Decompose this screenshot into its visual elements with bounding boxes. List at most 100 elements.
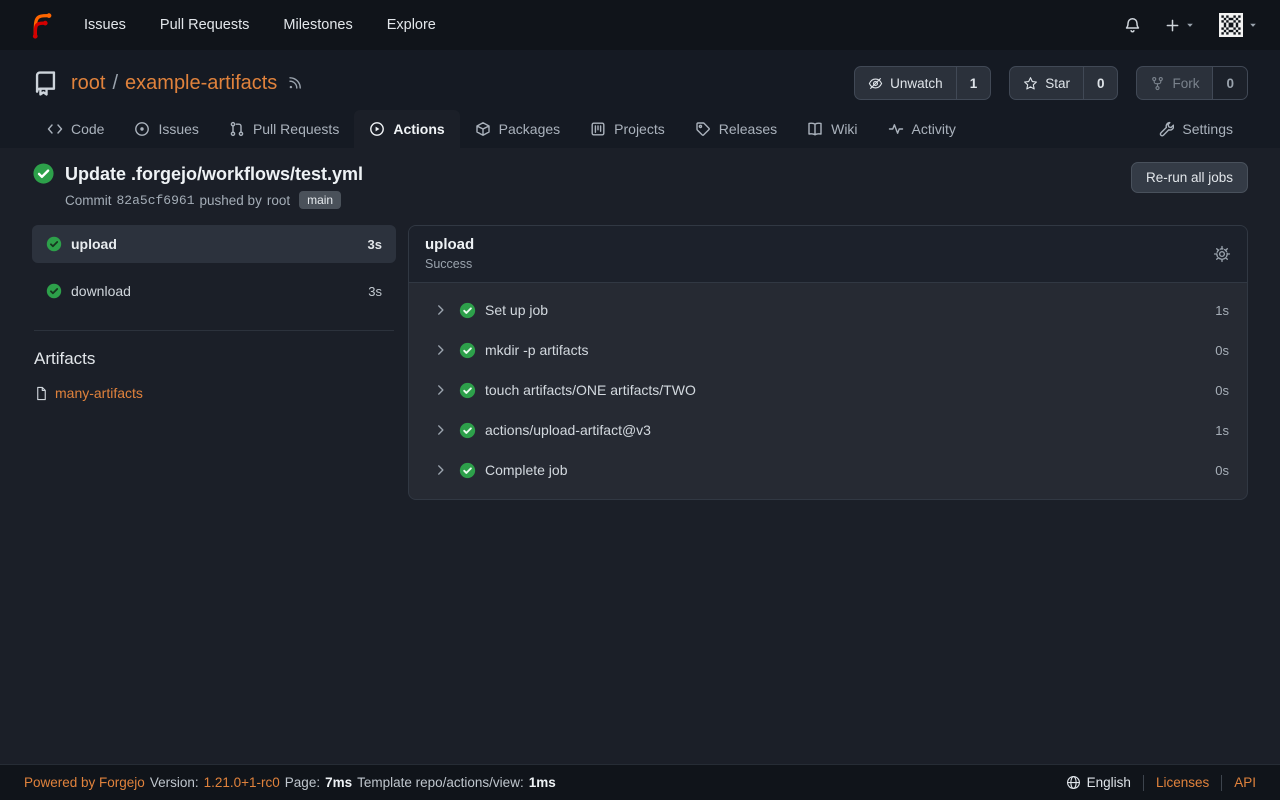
step-row-upload-artifact[interactable]: actions/upload-artifact@v3 1s bbox=[409, 410, 1247, 450]
artifacts-heading: Artifacts bbox=[34, 349, 396, 369]
breadcrumb: root / example-artifacts bbox=[71, 72, 277, 95]
file-icon bbox=[34, 386, 49, 401]
tab-releases[interactable]: Releases bbox=[680, 110, 792, 148]
step-row-touch[interactable]: touch artifacts/ONE artifacts/TWO 0s bbox=[409, 370, 1247, 410]
job-row-upload[interactable]: upload 3s bbox=[32, 225, 396, 263]
jobs-sidebar: upload 3s download 3s Artifacts many-art… bbox=[32, 225, 396, 401]
artifact-link-many-artifacts[interactable]: many-artifacts bbox=[34, 385, 396, 401]
job-row-download[interactable]: download 3s bbox=[32, 272, 396, 310]
repo-name-link[interactable]: example-artifacts bbox=[125, 72, 277, 95]
book-icon bbox=[807, 121, 823, 137]
star-button[interactable]: Star bbox=[1010, 67, 1083, 99]
step-row-setup[interactable]: Set up job 1s bbox=[409, 290, 1247, 330]
tab-wiki[interactable]: Wiki bbox=[792, 110, 872, 148]
api-link[interactable]: API bbox=[1234, 775, 1256, 790]
job-steps-panel: upload Success Set up job 1s bbox=[408, 225, 1248, 500]
footer-divider bbox=[1221, 775, 1222, 791]
success-check-icon bbox=[32, 162, 55, 185]
repo-icon bbox=[32, 70, 59, 97]
repo-owner-link[interactable]: root bbox=[71, 72, 105, 95]
commit-sha: 82a5cf6961 bbox=[117, 193, 195, 208]
success-check-icon bbox=[459, 382, 476, 399]
commit-author: root bbox=[267, 193, 290, 208]
branch-badge[interactable]: main bbox=[299, 191, 341, 209]
watch-button-group: Unwatch 1 bbox=[854, 66, 991, 100]
star-icon bbox=[1023, 76, 1038, 91]
forks-count[interactable]: 0 bbox=[1212, 67, 1247, 99]
step-duration: 0s bbox=[1215, 383, 1229, 398]
rerun-all-jobs-button[interactable]: Re-run all jobs bbox=[1131, 162, 1248, 193]
footer-divider bbox=[1143, 775, 1144, 791]
step-duration: 0s bbox=[1215, 463, 1229, 478]
tab-packages[interactable]: Packages bbox=[460, 110, 575, 148]
fork-button-group: Fork 0 bbox=[1136, 66, 1248, 100]
nav-item-pull-requests[interactable]: Pull Requests bbox=[160, 17, 249, 33]
nav-item-issues[interactable]: Issues bbox=[84, 17, 126, 33]
tab-code[interactable]: Code bbox=[32, 110, 119, 148]
job-duration: 3s bbox=[368, 237, 382, 252]
commit-line: Commit 82a5cf6961 pushed by root main bbox=[65, 191, 363, 209]
chevron-right-icon bbox=[435, 304, 447, 316]
star-button-group: Star 0 bbox=[1009, 66, 1118, 100]
tab-issues[interactable]: Issues bbox=[119, 110, 213, 148]
sidebar-divider bbox=[34, 330, 394, 331]
pull-request-icon bbox=[229, 121, 245, 137]
create-new-dropdown[interactable] bbox=[1165, 18, 1195, 33]
tools-icon bbox=[1158, 121, 1174, 137]
pulse-icon bbox=[888, 121, 904, 137]
actions-run-view: Update .forgejo/workflows/test.yml Commi… bbox=[0, 148, 1280, 764]
step-row-mkdir[interactable]: mkdir -p artifacts 0s bbox=[409, 330, 1247, 370]
tag-icon bbox=[695, 121, 711, 137]
page-footer: Powered by Forgejo Version: 1.21.0+1-rc0… bbox=[0, 764, 1280, 800]
project-icon bbox=[590, 121, 606, 137]
caret-down-icon bbox=[1248, 20, 1258, 30]
user-menu-dropdown[interactable] bbox=[1219, 13, 1258, 37]
eye-slash-icon bbox=[868, 76, 883, 91]
version-link[interactable]: 1.21.0+1-rc0 bbox=[204, 775, 280, 790]
chevron-right-icon bbox=[435, 384, 447, 396]
nav-item-milestones[interactable]: Milestones bbox=[283, 17, 352, 33]
unwatch-button[interactable]: Unwatch bbox=[855, 67, 956, 99]
success-check-icon bbox=[459, 462, 476, 479]
tab-projects[interactable]: Projects bbox=[575, 110, 680, 148]
stars-count[interactable]: 0 bbox=[1083, 67, 1118, 99]
tab-actions[interactable]: Actions bbox=[354, 110, 459, 148]
chevron-right-icon bbox=[435, 464, 447, 476]
steps-list: Set up job 1s mkdir -p artifacts 0s touc… bbox=[409, 283, 1247, 499]
tab-settings[interactable]: Settings bbox=[1143, 110, 1248, 148]
package-icon bbox=[475, 121, 491, 137]
run-title: Update .forgejo/workflows/test.yml bbox=[65, 162, 363, 186]
gear-icon[interactable] bbox=[1213, 245, 1231, 263]
top-navbar: Issues Pull Requests Milestones Explore bbox=[0, 0, 1280, 50]
globe-icon bbox=[1066, 775, 1081, 790]
success-check-icon bbox=[459, 342, 476, 359]
success-check-icon bbox=[459, 422, 476, 439]
powered-by-link[interactable]: Powered by Forgejo bbox=[24, 775, 145, 790]
forgejo-logo[interactable] bbox=[24, 10, 54, 40]
plus-icon bbox=[1165, 18, 1180, 33]
success-check-icon bbox=[46, 283, 62, 299]
rss-icon[interactable] bbox=[287, 75, 303, 91]
chevron-right-icon bbox=[435, 424, 447, 436]
tab-pull-requests[interactable]: Pull Requests bbox=[214, 110, 354, 148]
language-selector[interactable]: English bbox=[1066, 775, 1131, 790]
step-row-complete[interactable]: Complete job 0s bbox=[409, 450, 1247, 490]
avatar bbox=[1219, 13, 1243, 37]
code-icon bbox=[47, 121, 63, 137]
fork-icon bbox=[1150, 76, 1165, 91]
notifications-bell-icon[interactable] bbox=[1124, 17, 1141, 34]
tab-activity[interactable]: Activity bbox=[873, 110, 971, 148]
licenses-link[interactable]: Licenses bbox=[1156, 775, 1209, 790]
issue-icon bbox=[134, 121, 150, 137]
watchers-count[interactable]: 1 bbox=[956, 67, 991, 99]
breadcrumb-separator: / bbox=[112, 72, 118, 95]
step-duration: 0s bbox=[1215, 343, 1229, 358]
panel-job-title: upload bbox=[425, 236, 474, 253]
nav-item-explore[interactable]: Explore bbox=[387, 17, 436, 33]
chevron-right-icon bbox=[435, 344, 447, 356]
page-render-time: 7ms bbox=[325, 775, 352, 790]
caret-down-icon bbox=[1185, 20, 1195, 30]
panel-job-status: Success bbox=[425, 257, 474, 271]
template-render-time: 1ms bbox=[529, 775, 556, 790]
repo-tab-bar: Code Issues Pull Requests Actions Packag… bbox=[32, 110, 1248, 148]
